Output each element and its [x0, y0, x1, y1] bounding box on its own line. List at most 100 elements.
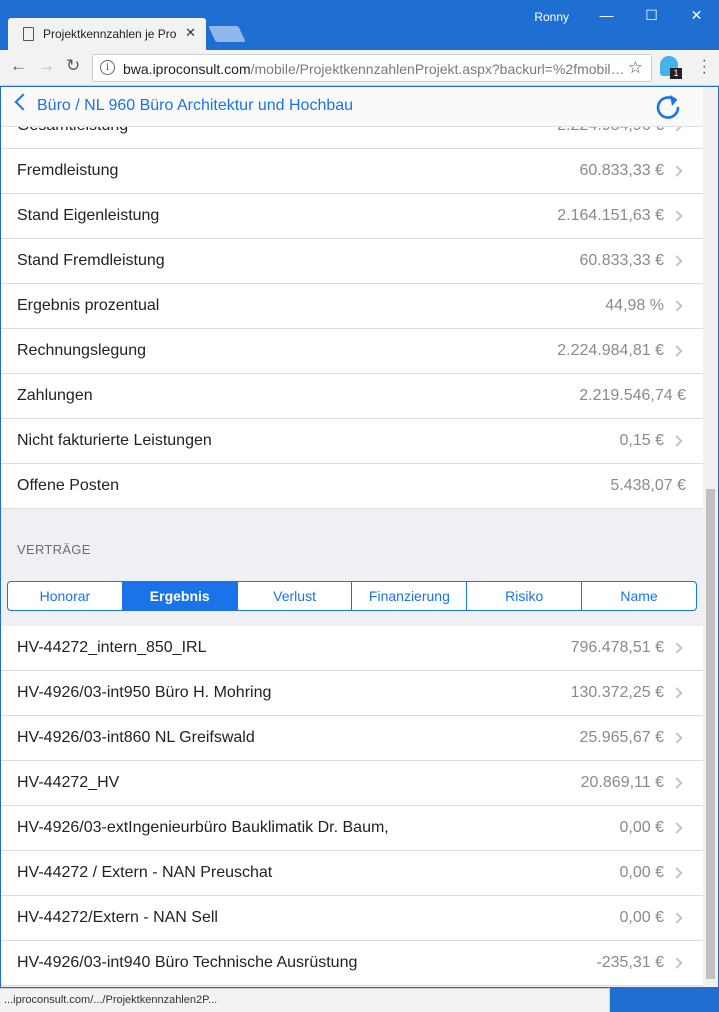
chevron-right-icon — [671, 165, 683, 177]
row-value: 0,15 € — [619, 432, 664, 449]
row-label: HV-44272/Extern - NAN Sell — [17, 909, 218, 926]
kennzahl-row[interactable]: Nicht fakturierte Leistungen 0,15 € — [1, 419, 703, 464]
chevron-right-icon — [671, 912, 683, 924]
window-titlebar: Projektkennzahlen je Pro ✕ Ronny — ☐ ✕ — [0, 0, 719, 50]
row-value: 60.833,33 € — [579, 252, 664, 269]
row-value: 0,00 € — [619, 909, 664, 926]
chevron-right-icon — [671, 687, 683, 699]
vertrag-row[interactable]: HV-44272_HV 20.869,11 € — [1, 761, 703, 806]
chevron-right-icon — [671, 210, 683, 222]
close-window-button[interactable]: ✕ — [674, 0, 719, 30]
kennzahlen-list: Gesamtleistung2.224.984,96 €Fremdleistun… — [1, 104, 703, 509]
browser-menu-icon[interactable]: · · · — [702, 53, 707, 81]
row-value: -235,31 € — [596, 954, 664, 971]
row-label: Offene Posten — [17, 477, 119, 494]
tab-verlust[interactable]: Verlust — [236, 582, 352, 610]
row-label: Stand Fremdleistung — [17, 252, 165, 269]
chevron-right-icon — [671, 300, 683, 312]
forward-arrow-icon[interactable]: → — [38, 56, 55, 76]
tab-honorar[interactable]: Honorar — [8, 582, 122, 610]
tab-ergebnis[interactable]: Ergebnis — [121, 582, 237, 610]
minimize-button[interactable]: — — [584, 0, 629, 30]
vertrag-row[interactable]: HV-4926/03-int860 NL Greifswald 25.965,67… — [1, 716, 703, 761]
scrollbar-thumb[interactable] — [706, 489, 715, 979]
app-header: Büro / NL 960 Büro Architektur und Hochb… — [1, 87, 703, 127]
row-value: 20.869,11 € — [580, 774, 664, 791]
kennzahl-row[interactable]: Fremdleistung 60.833,33 € — [1, 149, 703, 194]
profile-name[interactable]: Ronny — [534, 10, 569, 24]
row-label: Fremdleistung — [17, 162, 119, 179]
url-host: bwa.iproconsult.com — [123, 61, 251, 77]
row-label: HV-44272 / Extern - NAN Preuschat — [17, 864, 273, 881]
maximize-button[interactable]: ☐ — [629, 0, 674, 30]
url-text[interactable]: bwa.iproconsult.com/mobile/Projektkennza… — [123, 61, 623, 77]
header-title[interactable]: Büro / NL 960 Büro Architektur und Hochb… — [37, 97, 353, 115]
vertrag-row[interactable]: HV-4926/03-int940 Büro Technische Ausrüs… — [1, 941, 703, 986]
vertrag-row[interactable]: HV-4926/03-extIngenieurbüro Bauklimatik … — [1, 806, 703, 851]
chevron-right-icon — [671, 867, 683, 879]
row-label: Stand Eigenleistung — [17, 207, 160, 224]
row-value: 25.965,67 € — [579, 729, 664, 746]
row-value: 0,00 € — [619, 819, 664, 836]
row-value: 2.219.546,74 € — [579, 387, 686, 404]
kennzahl-row[interactable]: Stand Eigenleistung 2.164.151,63 € — [1, 194, 703, 239]
browser-toolbar: ← → ↻ i bwa.iproconsult.com/mobile/Proje… — [0, 50, 719, 86]
sort-segmented-control: Honorar Ergebnis Verlust Finanzierung Risiko… — [7, 581, 697, 611]
chevron-right-icon — [671, 957, 683, 969]
chevron-right-icon — [671, 435, 683, 447]
address-bar[interactable]: i bwa.iproconsult.com/mobile/Projektkenn… — [92, 54, 652, 82]
vertrag-row[interactable]: HV-4926/03-int950 Büro H. Mohring 130.372… — [1, 671, 703, 716]
new-tab-button[interactable] — [208, 26, 246, 42]
kennzahl-row[interactable]: Ergebnis prozentual 44,98 % — [1, 284, 703, 329]
extension-badge: 1 — [670, 68, 682, 79]
tab-risiko[interactable]: Risiko — [466, 582, 581, 610]
tab-title: Projektkennzahlen je Pro — [43, 27, 177, 41]
chevron-right-icon — [671, 777, 683, 789]
chevron-right-icon — [671, 345, 683, 357]
browser-tab[interactable]: Projektkennzahlen je Pro ✕ — [8, 18, 206, 50]
vertrag-row[interactable]: HV-44272_intern_850_IRL 796.478,51 € — [1, 626, 703, 671]
row-label: Rechnungslegung — [17, 342, 146, 359]
kennzahl-row[interactable]: Stand Fremdleistung 60.833,33 € — [1, 239, 703, 284]
tab-finanzierung[interactable]: Finanzierung — [351, 582, 466, 610]
back-chevron-icon[interactable] — [14, 93, 32, 111]
scrollbar[interactable] — [703, 87, 718, 987]
row-label: HV-44272_HV — [17, 774, 120, 791]
row-label: Ergebnis prozentual — [17, 297, 160, 314]
back-arrow-icon[interactable]: ← — [10, 56, 27, 76]
status-bar: ...iproconsult.com/.../Projektkennzahlen… — [0, 988, 610, 1012]
url-path: /mobile/ProjektkennzahlenProjekt.aspx?ba… — [250, 61, 623, 77]
row-label: HV-4926/03-extIngenieurbüro Bauklimatik … — [17, 819, 389, 836]
kennzahl-row[interactable]: Rechnungslegung 2.224.984,81 € — [1, 329, 703, 374]
vertrag-row[interactable]: HV-44272 / Extern - NAN Preuschat 0,00 € — [1, 851, 703, 896]
kennzahl-row[interactable]: Zahlungen 2.219.546,74 € — [1, 374, 703, 419]
tab-name[interactable]: Name — [581, 582, 696, 610]
reload-icon[interactable]: ↻ — [66, 56, 80, 76]
info-icon[interactable]: i — [100, 60, 115, 75]
vertrag-row[interactable]: HV-44272/Extern - NAN Sell 0,00 € — [1, 896, 703, 941]
row-label: Nicht fakturierte Leistungen — [17, 432, 212, 449]
bookmark-star-icon[interactable]: ☆ — [628, 58, 643, 78]
vertraege-section-header: VERTRÄGE — [1, 510, 703, 570]
row-value: 60.833,33 € — [579, 162, 664, 179]
refresh-icon[interactable] — [653, 91, 685, 123]
row-value: 0,00 € — [619, 864, 664, 881]
row-label: HV-4926/03-int940 Büro Technische Ausrüs… — [17, 954, 358, 971]
row-value: 130.372,25 € — [570, 684, 664, 701]
close-tab-icon[interactable]: ✕ — [185, 25, 196, 41]
row-label: HV-4926/03-int950 Büro H. Mohring — [17, 684, 272, 701]
row-label: Zahlungen — [17, 387, 93, 404]
kennzahl-row[interactable]: Offene Posten 5.438,07 € — [1, 464, 703, 509]
row-value: 2.224.984,81 € — [557, 342, 664, 359]
vertraege-list: HV-44272_intern_850_IRL 796.478,51 € HV-49… — [1, 626, 703, 986]
row-value: 796.478,51 € — [570, 639, 664, 656]
document-icon — [23, 27, 34, 41]
row-value: 2.164.151,63 € — [557, 207, 664, 224]
row-value: 5.438,07 € — [610, 477, 686, 494]
page-viewport: Gesamtleistung2.224.984,96 €Fremdleistun… — [1, 87, 703, 987]
row-label: HV-44272_intern_850_IRL — [17, 639, 207, 656]
row-value: 44,98 % — [605, 297, 664, 314]
row-label: HV-4926/03-int860 NL Greifswald — [17, 729, 255, 746]
section-title: VERTRÄGE — [17, 542, 91, 557]
chevron-right-icon — [671, 255, 683, 267]
